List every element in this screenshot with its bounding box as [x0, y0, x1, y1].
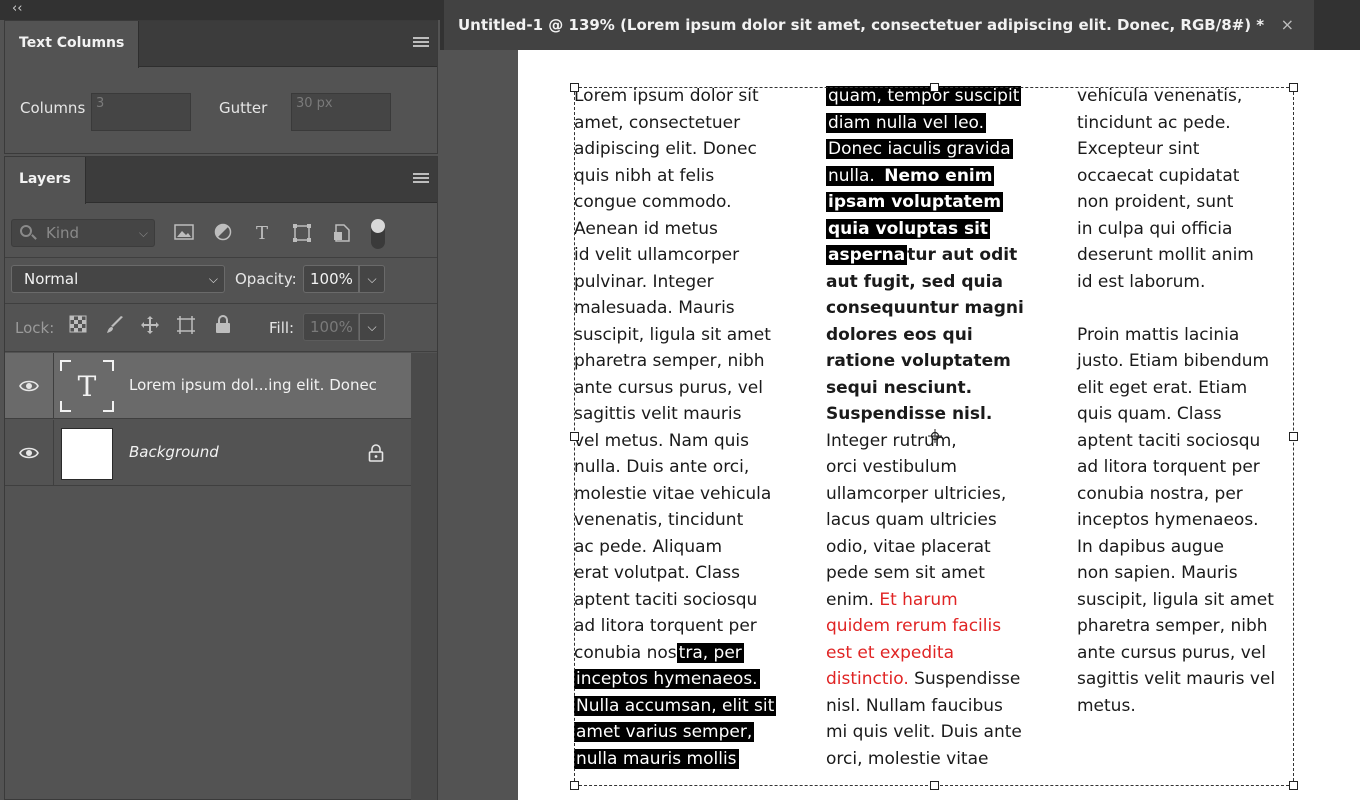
transform-handle[interactable] [570, 781, 579, 790]
panel-menu-icon[interactable] [413, 173, 429, 185]
transform-handle[interactable] [570, 432, 579, 441]
divider [53, 420, 54, 486]
columns-input[interactable]: 3 [91, 93, 191, 131]
transform-handle[interactable] [930, 781, 939, 790]
panel-menu-icon[interactable] [413, 37, 429, 49]
smart-object-filter-icon[interactable] [331, 223, 353, 245]
columns-label: Columns [20, 99, 86, 117]
transform-handle[interactable] [1289, 83, 1298, 92]
lock-position-icon[interactable] [139, 315, 161, 337]
fill-input[interactable]: 100% [303, 313, 359, 341]
tab-text-columns[interactable]: Text Columns [5, 21, 140, 68]
filter-kind-label: Kind [46, 224, 80, 242]
chevron-down-icon: ⌵ [138, 226, 148, 240]
document-tabbar: Untitled-1 @ 139% (Lorem ipsum dolor sit… [440, 0, 1360, 50]
transform-handle[interactable] [930, 83, 939, 92]
canvas[interactable]: Lorem ipsum dolor sit amet, consectetuer a… [518, 50, 1360, 800]
text-columns-panel: Text Columns Columns 3 Gutter 30 px [4, 20, 438, 154]
gutter-input[interactable]: 30 px [291, 93, 391, 131]
lock-image-pixels-icon[interactable] [104, 315, 126, 337]
layer-row-text[interactable]: T Lorem ipsum dol...ing elit. Donec [5, 353, 411, 419]
transform-handle[interactable] [570, 83, 579, 92]
document-title: Untitled-1 @ 139% (Lorem ipsum dolor sit… [458, 16, 1265, 34]
shape-filter-icon[interactable] [291, 223, 313, 245]
eye-icon[interactable] [19, 379, 39, 393]
type-filter-icon[interactable]: T [251, 223, 273, 245]
fill-dropdown-icon[interactable]: ⌵ [359, 313, 385, 341]
opacity-label: Opacity: [235, 270, 297, 288]
pasteboard: Lorem ipsum dolor sit amet, consectetuer a… [440, 50, 1360, 800]
fill-label: Fill: [269, 319, 295, 337]
search-icon [20, 225, 32, 237]
close-icon[interactable]: × [1281, 0, 1294, 50]
lock-transparent-pixels-icon[interactable] [67, 315, 89, 337]
lock-artboard-icon[interactable] [175, 315, 197, 337]
layer-filter-select[interactable]: Kind ⌵ [11, 219, 155, 247]
reference-point-icon[interactable] [928, 429, 942, 443]
blend-mode-value: Normal [24, 270, 79, 288]
document-tab[interactable]: Untitled-1 @ 139% (Lorem ipsum dolor sit… [444, 0, 1314, 50]
eye-icon[interactable] [19, 446, 39, 460]
tab-layers[interactable]: Layers [5, 157, 86, 204]
divider [5, 303, 437, 304]
lock-icon[interactable] [367, 444, 385, 462]
layers-scrollbar[interactable] [411, 353, 437, 800]
opacity-input[interactable]: 100% [303, 265, 359, 293]
layer-name[interactable]: Lorem ipsum dol...ing elit. Donec [129, 376, 377, 394]
filter-toggle[interactable] [371, 219, 385, 249]
document-area: Untitled-1 @ 139% (Lorem ipsum dolor sit… [440, 0, 1360, 800]
transform-handle[interactable] [1289, 432, 1298, 441]
pixel-filter-icon[interactable] [173, 223, 195, 245]
type-layer-thumbnail: T [60, 360, 114, 412]
divider [53, 353, 54, 419]
layer-name[interactable]: Background [129, 443, 219, 461]
gutter-label: Gutter [219, 99, 268, 117]
opacity-dropdown-icon[interactable]: ⌵ [359, 265, 385, 293]
svg-text:T: T [78, 370, 97, 403]
layers-panel: Layers Kind ⌵ T Normal ⌵ Opacity: 100% ⌵… [4, 156, 438, 800]
divider [5, 257, 437, 258]
layer-row-background[interactable]: Background [5, 420, 411, 486]
lock-label: Lock: [15, 319, 55, 337]
adjustment-filter-icon[interactable] [212, 223, 234, 245]
divider [5, 351, 437, 352]
background-layer-thumbnail [61, 428, 113, 480]
photoshop-window: ‹‹ Text Columns Columns 3 Gutter 30 px L… [0, 0, 1360, 800]
transform-handle[interactable] [1289, 781, 1298, 790]
lock-all-icon[interactable] [212, 315, 234, 337]
collapse-panels-icon[interactable]: ‹‹ [0, 0, 440, 20]
left-panel-column: ‹‹ Text Columns Columns 3 Gutter 30 px L… [0, 0, 440, 800]
blend-mode-select[interactable]: Normal ⌵ [11, 265, 225, 293]
chevron-down-icon: ⌵ [208, 272, 218, 286]
